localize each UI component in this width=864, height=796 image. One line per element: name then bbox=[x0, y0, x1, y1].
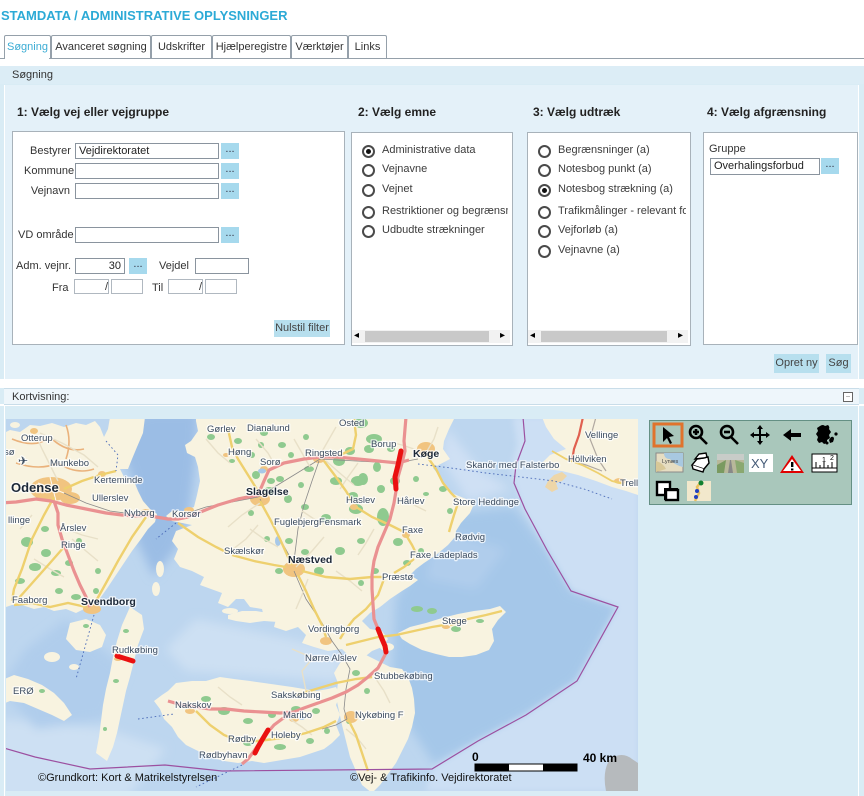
svg-text:Fuglebjerg: Fuglebjerg bbox=[274, 517, 319, 528]
svg-text:Nyborg: Nyborg bbox=[124, 508, 155, 519]
svg-text:Rødvig: Rødvig bbox=[455, 532, 485, 543]
svg-text:Hårlev: Hårlev bbox=[397, 496, 425, 507]
svg-text:Sorø: Sorø bbox=[260, 457, 281, 468]
svg-text:Fensmark: Fensmark bbox=[319, 517, 361, 528]
svg-text:XY: XY bbox=[751, 456, 769, 471]
svg-text:Rødbyhavn: Rødbyhavn bbox=[199, 750, 248, 761]
svg-text:Maribo: Maribo bbox=[283, 710, 312, 721]
svg-text:Slagelse: Slagelse bbox=[246, 486, 289, 498]
svg-text:0: 0 bbox=[472, 750, 479, 764]
svg-text:Ringsted: Ringsted bbox=[305, 448, 343, 459]
svg-text:Dianalund: Dianalund bbox=[247, 423, 290, 434]
svg-text:Vellinge: Vellinge bbox=[585, 430, 618, 441]
svg-text:Rødby: Rødby bbox=[228, 734, 256, 745]
svg-text:Nakskov: Nakskov bbox=[175, 700, 212, 711]
svg-text:Store Heddinge: Store Heddinge bbox=[453, 497, 519, 508]
svg-text:Skælskør: Skælskør bbox=[224, 546, 264, 557]
svg-text:Borup: Borup bbox=[371, 439, 396, 450]
svg-text:Nykøbing F: Nykøbing F bbox=[355, 710, 404, 721]
svg-text:Ringe: Ringe bbox=[61, 540, 86, 551]
svg-text:Höllviken: Höllviken bbox=[568, 454, 607, 465]
svg-text:Vordingborg: Vordingborg bbox=[308, 624, 359, 635]
svg-text:Holeby: Holeby bbox=[271, 730, 301, 741]
svg-text:©Grundkort: Kort & Matrikelsty: ©Grundkort: Kort & Matrikelstyrelsen bbox=[38, 772, 217, 784]
svg-text:Sakskøbing: Sakskøbing bbox=[271, 690, 321, 701]
svg-text:1: 1 bbox=[822, 457, 826, 464]
svg-text:llinge: llinge bbox=[8, 515, 30, 526]
svg-text:Osted: Osted bbox=[339, 419, 364, 429]
svg-text:Rudkøbing: Rudkøbing bbox=[112, 645, 158, 656]
svg-text:Skanör med Falsterbo: Skanör med Falsterbo bbox=[466, 460, 559, 471]
svg-text:Kerteminde: Kerteminde bbox=[94, 475, 143, 486]
svg-text:Faxe: Faxe bbox=[402, 525, 423, 536]
svg-text:Faxe Ladeplads: Faxe Ladeplads bbox=[410, 550, 478, 561]
svg-text:40 km: 40 km bbox=[583, 751, 617, 765]
svg-text:©Vej- & Trafikinfo. Vejdirekto: ©Vej- & Trafikinfo. Vejdirektoratet bbox=[350, 772, 512, 784]
svg-text:sø: sø bbox=[6, 447, 15, 458]
svg-text:Høng: Høng bbox=[228, 447, 251, 458]
svg-text:Odense: Odense bbox=[11, 480, 59, 495]
svg-text:Årslev: Årslev bbox=[60, 523, 87, 534]
svg-text:Køge: Køge bbox=[413, 448, 439, 460]
svg-text:Otterup: Otterup bbox=[21, 433, 53, 444]
svg-text:Stubbekøbing: Stubbekøbing bbox=[374, 671, 433, 682]
svg-text:ERØ: ERØ bbox=[13, 686, 34, 697]
svg-text:Nørre Alslev: Nørre Alslev bbox=[305, 653, 357, 664]
svg-text:Gørlev: Gørlev bbox=[207, 424, 236, 435]
svg-text:✈: ✈ bbox=[18, 454, 28, 468]
svg-text:Munkebo: Munkebo bbox=[50, 458, 89, 469]
svg-text:Haslev: Haslev bbox=[346, 495, 375, 506]
svg-text:Lynæs: Lynæs bbox=[662, 459, 679, 465]
svg-text:Faaborg: Faaborg bbox=[12, 595, 47, 606]
svg-text:Præstø: Præstø bbox=[382, 572, 413, 583]
svg-text:Trelle: Trelle bbox=[620, 478, 638, 489]
svg-text:Korsør: Korsør bbox=[172, 509, 201, 520]
svg-text:Stege: Stege bbox=[442, 616, 467, 627]
svg-text:2: 2 bbox=[830, 455, 834, 462]
svg-text:Næstved: Næstved bbox=[288, 554, 332, 566]
svg-text:Ullerslev: Ullerslev bbox=[92, 493, 129, 504]
svg-text:Svendborg: Svendborg bbox=[81, 596, 136, 608]
